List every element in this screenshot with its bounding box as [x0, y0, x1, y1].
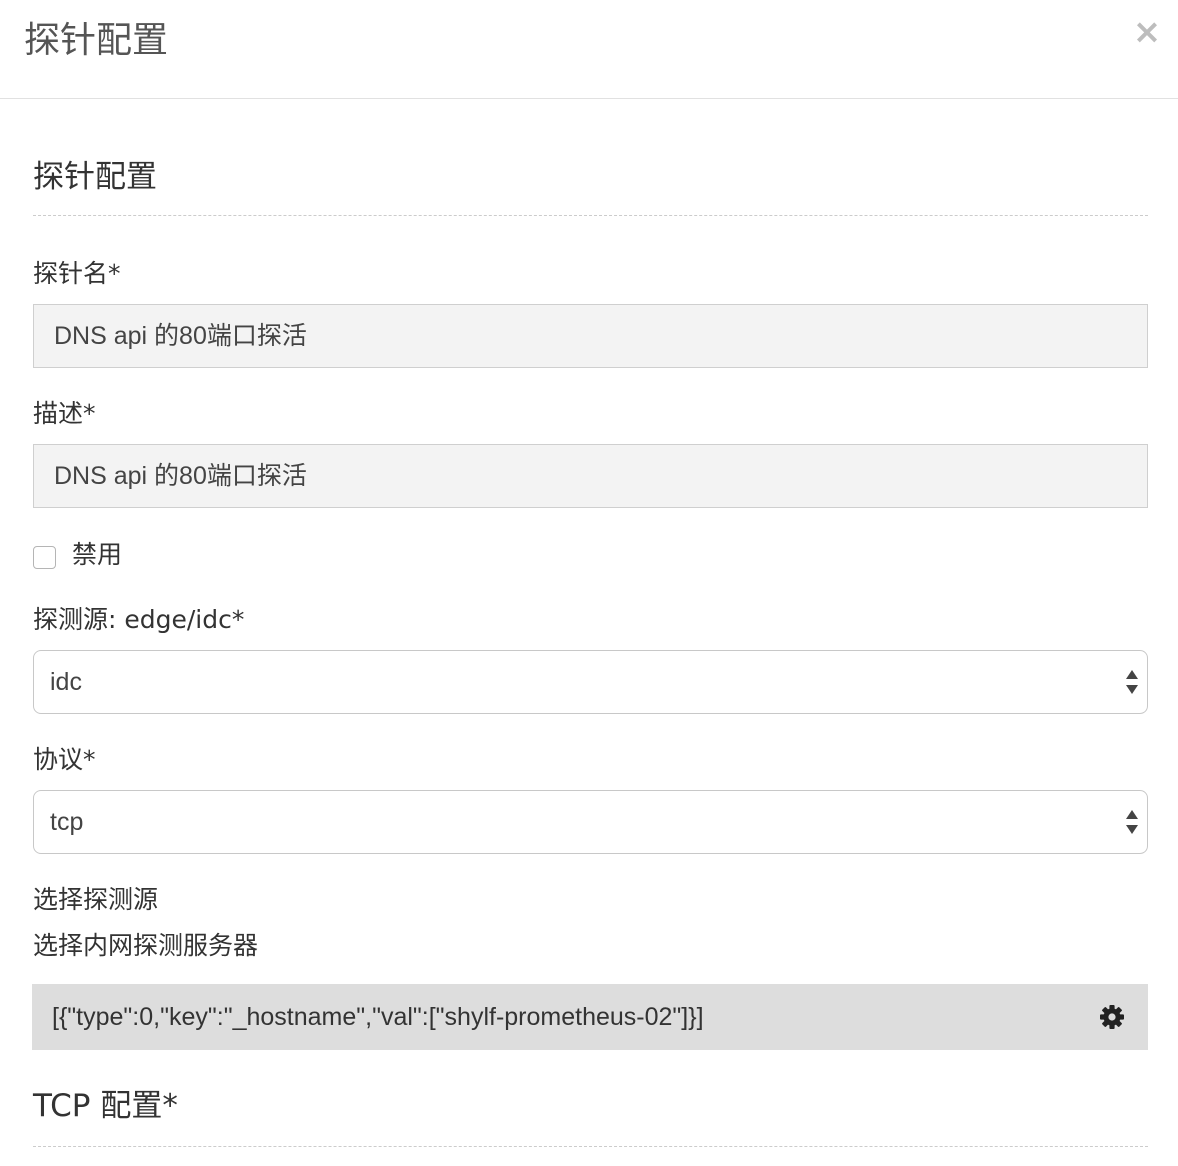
section-title: 探针配置: [33, 159, 157, 195]
probe-source-label: 探测源: edge/idc*: [33, 605, 245, 634]
description-label: 描述*: [33, 399, 96, 428]
tcp-section-title: TCP 配置*: [33, 1088, 178, 1124]
disable-checkbox-label[interactable]: 禁用: [72, 539, 122, 571]
modal-header: 探针配置 ×: [0, 0, 1178, 99]
source-selector-field[interactable]: [{"type":0,"key":"_hostname","val":["shy…: [32, 984, 1148, 1050]
probe-source-value: idc: [50, 668, 82, 696]
close-icon[interactable]: ×: [1132, 14, 1162, 50]
probe-config-modal: 探针配置 × 探针配置 探针名* DNS api 的80端口探活 描述* DNS…: [0, 0, 1178, 1166]
disable-checkbox[interactable]: [33, 546, 56, 569]
probe-source-select[interactable]: idc: [33, 650, 1148, 714]
probe-name-label: 探针名*: [33, 259, 121, 288]
gear-icon[interactable]: [1099, 1004, 1125, 1030]
protocol-label: 协议*: [33, 745, 96, 774]
select-source-label: 选择探测源: [33, 885, 159, 914]
source-selector-value: [{"type":0,"key":"_hostname","val":["shy…: [52, 1003, 704, 1031]
description-input[interactable]: DNS api 的80端口探活: [33, 444, 1148, 508]
modal-title: 探针配置: [24, 20, 169, 61]
section-divider: [33, 215, 1148, 216]
protocol-value: tcp: [50, 808, 84, 836]
select-source-sublabel: 选择内网探测服务器: [33, 931, 259, 960]
select-updown-icon: [1126, 670, 1138, 694]
protocol-select[interactable]: tcp: [33, 790, 1148, 854]
select-updown-icon: [1126, 810, 1138, 834]
probe-name-input[interactable]: DNS api 的80端口探活: [33, 304, 1148, 368]
tcp-section-divider: [33, 1146, 1148, 1147]
